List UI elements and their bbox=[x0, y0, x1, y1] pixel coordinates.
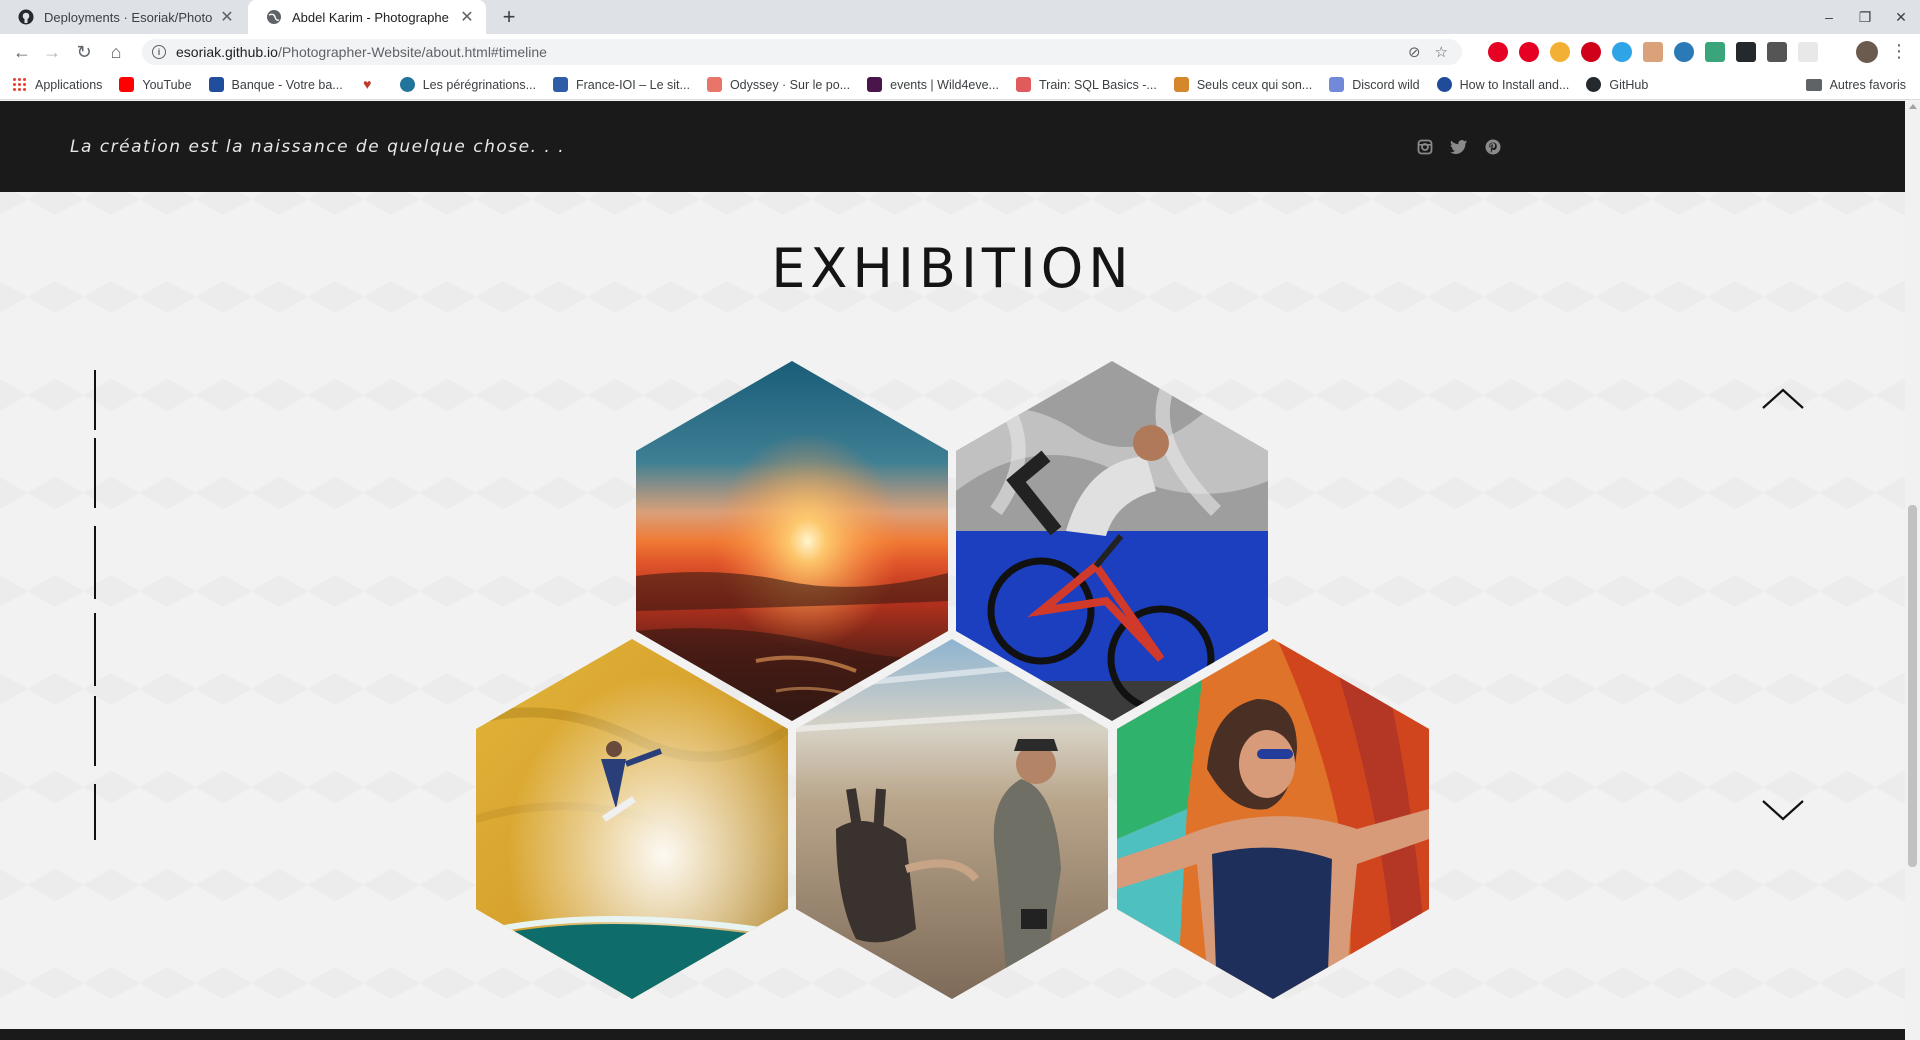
timeline-segment[interactable] bbox=[94, 438, 96, 508]
adblock-plus-icon[interactable] bbox=[1581, 42, 1601, 62]
reload-icon[interactable]: ↻ bbox=[72, 40, 96, 64]
instagram-icon[interactable] bbox=[1415, 137, 1435, 157]
bank-icon bbox=[208, 77, 224, 92]
shield-extension-icon[interactable] bbox=[1767, 42, 1787, 62]
close-window-icon[interactable]: ✕ bbox=[1892, 9, 1910, 26]
url-text: esoriak.github.io/Photographer-Website/a… bbox=[176, 44, 547, 60]
bookmark-github[interactable]: GitHub bbox=[1586, 77, 1648, 92]
timeline-segment[interactable] bbox=[94, 613, 96, 686]
social-links bbox=[1415, 137, 1503, 157]
bookmark-events[interactable]: events | Wild4eve... bbox=[867, 77, 999, 92]
info-icon[interactable]: i bbox=[152, 45, 166, 59]
menu-kebab-icon[interactable]: ⋮ bbox=[1890, 40, 1908, 64]
footer-band bbox=[0, 1029, 1905, 1040]
surfer-photo bbox=[476, 639, 788, 999]
other-bookmarks[interactable]: Autres favoris bbox=[1805, 70, 1906, 100]
discord-icon bbox=[1329, 77, 1345, 92]
gallery-hex-donkey[interactable] bbox=[796, 639, 1108, 999]
bookmark-heart[interactable]: ♥ bbox=[360, 77, 383, 92]
donkey-photo bbox=[796, 639, 1108, 999]
youtube-icon bbox=[119, 77, 135, 92]
bookmark-icon bbox=[1436, 77, 1452, 92]
back-arrow-icon[interactable]: ← bbox=[10, 40, 34, 64]
chevron-down-icon[interactable] bbox=[1761, 797, 1805, 823]
woman-smiling-photo bbox=[1117, 639, 1429, 999]
france-ioi-icon bbox=[553, 77, 568, 92]
gallery-hex-bmx[interactable] bbox=[956, 361, 1268, 721]
bookmark-france-ioi[interactable]: France-IOI – Le sit... bbox=[553, 77, 690, 92]
bookmarks-bar: Applications YouTube Banque - Votre ba..… bbox=[0, 70, 1920, 100]
forward-arrow-icon[interactable]: → bbox=[40, 40, 64, 64]
sunset-photo bbox=[636, 361, 948, 721]
bookmark-apps[interactable]: Applications bbox=[12, 77, 102, 92]
wordpress-icon bbox=[399, 77, 415, 92]
profile-avatar[interactable] bbox=[1856, 41, 1878, 63]
globe-icon bbox=[266, 9, 282, 25]
gallery-hex-woman[interactable] bbox=[1117, 639, 1429, 999]
sql-icon bbox=[1015, 77, 1031, 92]
github-extension-icon[interactable] bbox=[1736, 42, 1756, 62]
bookmark-how-to-install[interactable]: How to Install and... bbox=[1436, 77, 1569, 92]
blank-extension-icon[interactable] bbox=[1798, 42, 1818, 62]
pinterest-icon[interactable] bbox=[1483, 137, 1503, 157]
blocked-popup-icon[interactable]: ⊘ bbox=[1408, 43, 1421, 61]
tab-abdel-karim[interactable]: Abdel Karim - Photographe ✕ bbox=[248, 0, 486, 34]
bookmark-peregrinations[interactable]: Les pérégrinations... bbox=[399, 77, 536, 92]
chevron-up-icon[interactable] bbox=[1761, 386, 1805, 412]
extensions-bar bbox=[1488, 42, 1818, 62]
s-extension-icon[interactable] bbox=[1705, 42, 1725, 62]
section-title: EXHIBITION bbox=[771, 237, 1134, 300]
home-icon[interactable]: ⌂ bbox=[104, 40, 128, 64]
timeline-segment[interactable] bbox=[94, 370, 96, 430]
browser-toolbar: ← → ↻ ⌂ i esoriak.github.io/Photographer… bbox=[0, 34, 1920, 70]
pinterest-extension-icon[interactable] bbox=[1519, 42, 1539, 62]
folder-icon bbox=[1805, 79, 1822, 91]
slack-icon bbox=[867, 77, 883, 92]
timeline-segment[interactable] bbox=[94, 526, 96, 599]
github-icon bbox=[18, 9, 34, 25]
drop-extension-icon[interactable] bbox=[1612, 42, 1632, 62]
tab-title: Abdel Karim - Photographe bbox=[292, 9, 449, 25]
bookmark-banque[interactable]: Banque - Votre ba... bbox=[208, 77, 343, 92]
header-band: La création est la naissance de quelque … bbox=[0, 101, 1905, 192]
bookmark-odyssey[interactable]: Odyssey · Sur le po... bbox=[706, 77, 850, 92]
window-controls: – ❐ ✕ bbox=[1820, 0, 1910, 34]
bookmark-sql-basics[interactable]: Train: SQL Basics -... bbox=[1015, 77, 1157, 92]
gallery-hex-surfer[interactable] bbox=[476, 639, 788, 999]
extension-icon[interactable] bbox=[1550, 42, 1570, 62]
timeline-segment[interactable] bbox=[94, 696, 96, 766]
apps-grid-icon bbox=[12, 77, 27, 92]
page-content: La création est la naissance de quelque … bbox=[0, 101, 1905, 1040]
restore-icon[interactable]: ❐ bbox=[1856, 9, 1874, 26]
close-icon[interactable]: ✕ bbox=[458, 8, 476, 26]
twitter-icon[interactable] bbox=[1449, 137, 1469, 157]
wave-extension-icon[interactable] bbox=[1674, 42, 1694, 62]
gallery-hex-sunset[interactable] bbox=[636, 361, 948, 721]
bmx-rider-photo bbox=[956, 361, 1268, 721]
tab-deployments[interactable]: Deployments · Esoriak/Photogr ✕ bbox=[0, 0, 246, 34]
bookmark-seuls-ceux[interactable]: Seuls ceux qui son... bbox=[1173, 77, 1312, 92]
github-icon bbox=[1586, 77, 1602, 92]
heart-icon: ♥ bbox=[363, 76, 372, 92]
odyssey-icon bbox=[706, 77, 722, 92]
scrollbar[interactable] bbox=[1905, 101, 1920, 1040]
bookmark-star-icon[interactable]: ☆ bbox=[1435, 43, 1448, 61]
address-bar[interactable]: i esoriak.github.io/Photographer-Website… bbox=[142, 39, 1462, 65]
scrollbar-thumb[interactable] bbox=[1908, 505, 1917, 867]
tagline: La création est la naissance de quelque … bbox=[70, 137, 566, 157]
tab-bar: Deployments · Esoriak/Photogr ✕ Abdel Ka… bbox=[0, 0, 1920, 34]
ublock-extension-icon[interactable] bbox=[1488, 42, 1508, 62]
page-viewport: La création est la naissance de quelque … bbox=[0, 101, 1920, 1040]
bookmark-youtube[interactable]: YouTube bbox=[119, 77, 192, 92]
bookmark-discord[interactable]: Discord wild bbox=[1329, 77, 1420, 92]
palette-extension-icon[interactable] bbox=[1643, 42, 1663, 62]
timeline-segment[interactable] bbox=[94, 784, 96, 840]
minimize-icon[interactable]: – bbox=[1820, 9, 1838, 25]
tab-title: Deployments · Esoriak/Photogr bbox=[44, 9, 212, 25]
scroll-up-arrow-icon[interactable] bbox=[1909, 104, 1917, 109]
bookmark-icon bbox=[1173, 77, 1189, 92]
close-icon[interactable]: ✕ bbox=[218, 8, 236, 26]
new-tab-button[interactable]: + bbox=[496, 4, 522, 29]
